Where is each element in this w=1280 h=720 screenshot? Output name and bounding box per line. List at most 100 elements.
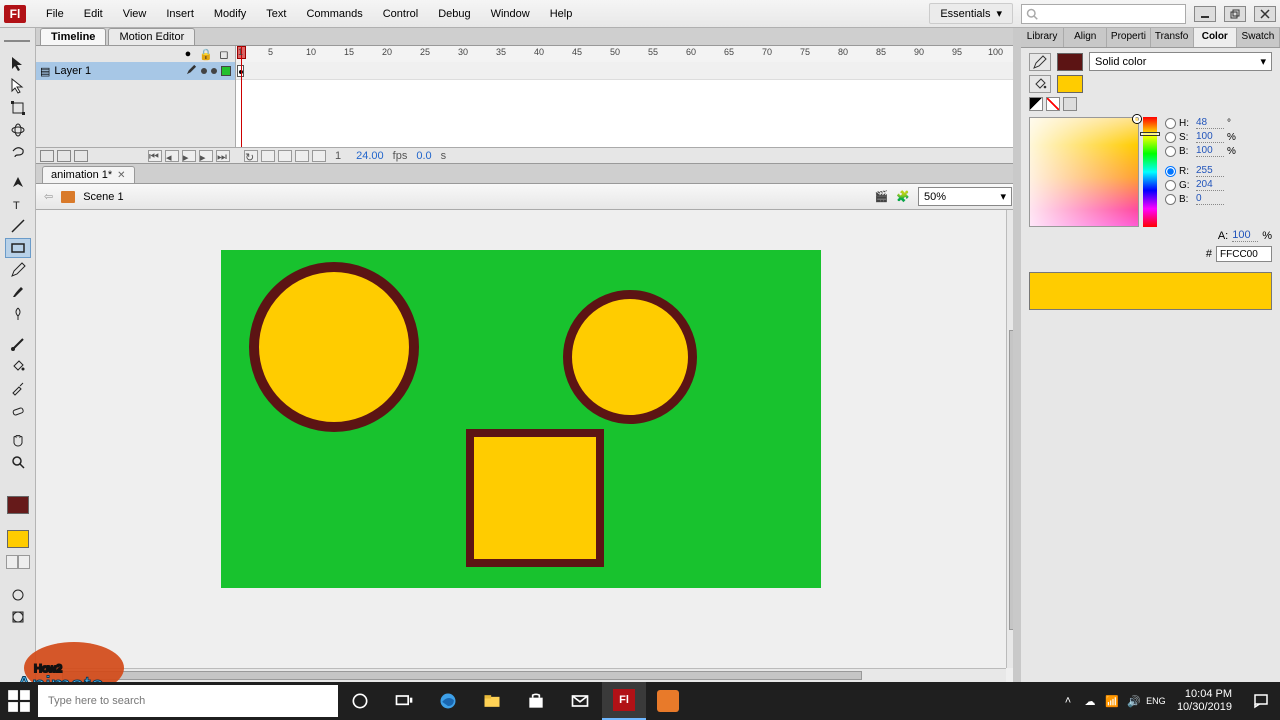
stage-viewport[interactable] bbox=[36, 210, 1006, 668]
taskbar-explorer[interactable] bbox=[470, 682, 514, 720]
hue-radio[interactable] bbox=[1165, 118, 1176, 129]
layer-lock-dot[interactable] bbox=[211, 68, 217, 74]
hex-input[interactable] bbox=[1216, 246, 1272, 262]
pencil-tool[interactable] bbox=[5, 260, 31, 280]
menu-text[interactable]: Text bbox=[256, 4, 296, 24]
zoom-tool[interactable] bbox=[5, 452, 31, 472]
fps-value[interactable]: 24.00 bbox=[350, 150, 390, 162]
play-button[interactable]: ▸ bbox=[182, 150, 196, 162]
edit-scene-icon[interactable]: 🎬 bbox=[875, 190, 889, 203]
tool-rail-grip[interactable] bbox=[4, 32, 30, 42]
edit-multiple-frames-button[interactable] bbox=[295, 150, 309, 162]
blue-value[interactable]: 0 bbox=[1196, 193, 1224, 205]
menu-file[interactable]: File bbox=[36, 4, 74, 24]
deco-tool[interactable] bbox=[5, 304, 31, 324]
fill-indicator-icon[interactable] bbox=[1029, 75, 1051, 93]
help-search[interactable] bbox=[1021, 4, 1186, 24]
no-color-button[interactable] bbox=[1046, 97, 1060, 111]
frame-row[interactable] bbox=[236, 62, 1020, 80]
stroke-indicator-icon[interactable] bbox=[1029, 53, 1051, 71]
layer-visible-dot[interactable] bbox=[201, 68, 207, 74]
default-colors-button[interactable] bbox=[1029, 97, 1043, 111]
next-frame-button[interactable]: ▸ bbox=[199, 150, 213, 162]
panel-fill-swatch[interactable] bbox=[1057, 75, 1083, 93]
frame-ruler[interactable]: 1 5 10 15 20 25 30 35 40 45 50 55 60 65 … bbox=[236, 46, 1020, 62]
modify-markers-button[interactable] bbox=[312, 150, 326, 162]
new-folder-button[interactable] bbox=[57, 150, 71, 162]
shape-circle-small[interactable] bbox=[563, 290, 697, 424]
menu-insert[interactable]: Insert bbox=[156, 4, 204, 24]
new-layer-button[interactable] bbox=[40, 150, 54, 162]
brush-tool[interactable] bbox=[5, 282, 31, 302]
window-close[interactable] bbox=[1254, 6, 1276, 22]
menu-help[interactable]: Help bbox=[540, 4, 583, 24]
edit-symbols-icon[interactable]: 🧩 bbox=[896, 190, 910, 203]
free-transform-tool[interactable] bbox=[5, 98, 31, 118]
hue-slider[interactable] bbox=[1143, 117, 1157, 227]
layer-outline-box[interactable] bbox=[221, 66, 231, 76]
saturation-brightness-picker[interactable] bbox=[1029, 117, 1139, 227]
subselection-tool[interactable] bbox=[5, 76, 31, 96]
prev-frame-button[interactable]: ◂ bbox=[165, 150, 179, 162]
taskbar-app-orange[interactable] bbox=[646, 682, 690, 720]
bone-tool[interactable] bbox=[5, 334, 31, 354]
paint-bucket-tool[interactable] bbox=[5, 356, 31, 376]
rectangle-tool[interactable] bbox=[5, 238, 31, 258]
zoom-selector[interactable]: 50% ▾ bbox=[918, 187, 1012, 206]
swap-colors-button[interactable] bbox=[18, 555, 30, 569]
loop-button[interactable]: ↻ bbox=[244, 150, 258, 162]
eyedropper-tool[interactable] bbox=[5, 378, 31, 398]
color-type-dropdown[interactable]: Solid color ▾ bbox=[1089, 52, 1272, 71]
tab-timeline[interactable]: Timeline bbox=[40, 28, 106, 45]
swap-colors-button[interactable] bbox=[1063, 97, 1077, 111]
back-arrow-icon[interactable]: ⇦ bbox=[44, 190, 53, 203]
tab-properties[interactable]: Properti bbox=[1107, 28, 1150, 47]
taskbar-clock[interactable]: 10:04 PM 10/30/2019 bbox=[1167, 688, 1242, 714]
horizontal-scrollbar[interactable] bbox=[36, 668, 1006, 682]
black-white-button[interactable] bbox=[6, 555, 18, 569]
menu-commands[interactable]: Commands bbox=[296, 4, 372, 24]
eraser-tool[interactable] bbox=[5, 400, 31, 420]
menu-debug[interactable]: Debug bbox=[428, 4, 480, 24]
tab-motion-editor[interactable]: Motion Editor bbox=[108, 28, 195, 45]
tray-language-icon[interactable]: ENG bbox=[1145, 696, 1167, 706]
close-tab-icon[interactable]: ✕ bbox=[117, 170, 125, 181]
red-radio[interactable] bbox=[1165, 166, 1176, 177]
frame-grid[interactable] bbox=[236, 62, 1020, 147]
taskbar-edge[interactable] bbox=[426, 682, 470, 720]
task-view-button[interactable] bbox=[382, 682, 426, 720]
stage-canvas[interactable] bbox=[221, 250, 821, 588]
text-tool[interactable]: T bbox=[5, 194, 31, 214]
tray-overflow-icon[interactable]: ˄ bbox=[1057, 695, 1079, 707]
sat-radio[interactable] bbox=[1165, 132, 1176, 143]
cortana-button[interactable] bbox=[338, 682, 382, 720]
object-drawing-mode[interactable] bbox=[5, 607, 31, 627]
taskbar-store[interactable] bbox=[514, 682, 558, 720]
hue-marker[interactable] bbox=[1140, 132, 1160, 136]
fill-color-swatch[interactable] bbox=[7, 530, 29, 548]
sat-value[interactable]: 100 bbox=[1196, 131, 1224, 143]
selection-tool[interactable] bbox=[5, 54, 31, 74]
menu-window[interactable]: Window bbox=[481, 4, 540, 24]
workspace-selector[interactable]: Essentials ▾ bbox=[929, 3, 1013, 24]
tab-color[interactable]: Color bbox=[1194, 28, 1237, 47]
sb-picker-marker[interactable] bbox=[1133, 115, 1141, 123]
tray-volume-icon[interactable]: 🔊 bbox=[1123, 695, 1145, 708]
tab-align[interactable]: Align bbox=[1064, 28, 1107, 47]
red-value[interactable]: 255 bbox=[1196, 165, 1224, 177]
tab-swatches[interactable]: Swatch bbox=[1237, 28, 1280, 47]
menu-control[interactable]: Control bbox=[373, 4, 428, 24]
panel-stroke-swatch[interactable] bbox=[1057, 53, 1083, 71]
taskbar-flash[interactable]: Fl bbox=[602, 682, 646, 720]
tray-network-icon[interactable]: 📶 bbox=[1101, 695, 1123, 708]
bri-radio[interactable] bbox=[1165, 146, 1176, 157]
menu-modify[interactable]: Modify bbox=[204, 4, 256, 24]
taskbar-mail[interactable] bbox=[558, 682, 602, 720]
panel-collapse-bar[interactable] bbox=[1013, 28, 1021, 682]
hue-value[interactable]: 48 bbox=[1196, 117, 1224, 129]
alpha-value[interactable]: 100 bbox=[1232, 229, 1258, 242]
layer-row[interactable]: ▤ Layer 1 bbox=[36, 62, 235, 80]
menu-view[interactable]: View bbox=[113, 4, 157, 24]
shape-rectangle[interactable] bbox=[466, 429, 604, 567]
3d-rotation-tool[interactable] bbox=[5, 120, 31, 140]
